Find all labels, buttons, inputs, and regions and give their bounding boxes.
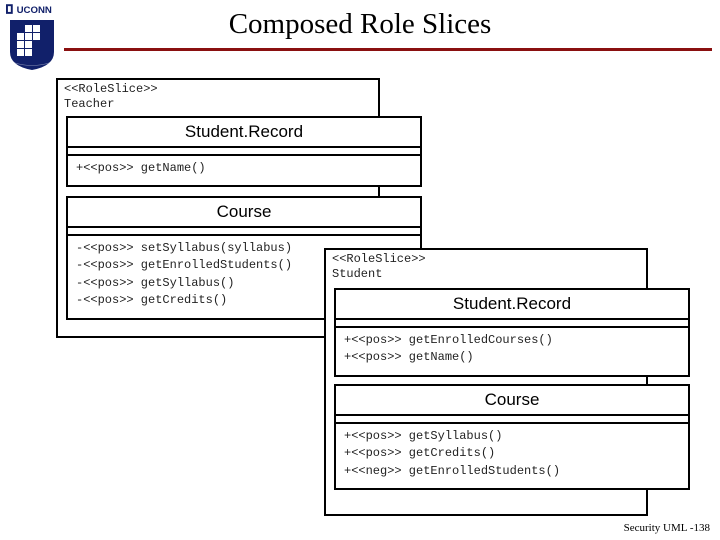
title-underline <box>64 48 712 51</box>
op-row: +<<pos>> getName() <box>344 349 680 366</box>
roleslice-name: Student <box>332 267 640 282</box>
class-name: Student.Record <box>336 290 688 318</box>
op-row: +<<pos>> getSyllabus() <box>344 428 680 445</box>
class-operations: +<<pos>> getEnrolledCourses() +<<pos>> g… <box>336 328 688 375</box>
op-row: +<<pos>> getEnrolledCourses() <box>344 332 680 349</box>
roleslice-teacher-header: <<RoleSlice>> Teacher <box>58 80 378 118</box>
roleslice-name: Teacher <box>64 97 372 112</box>
roleslice-stereotype: <<RoleSlice>> <box>332 252 640 267</box>
header: UCONN Composed Role Slices <box>0 0 720 72</box>
op-row: +<<neg>> getEnrolledStudents() <box>344 463 680 480</box>
class-name: Course <box>68 198 420 226</box>
roleslice-stereotype: <<RoleSlice>> <box>64 82 372 97</box>
op-row: +<<pos>> getCredits() <box>344 445 680 462</box>
roleslice-student-header: <<RoleSlice>> Student <box>326 250 646 288</box>
student-course: Course +<<pos>> getSyllabus() +<<pos>> g… <box>334 384 690 490</box>
student-studentrecord: Student.Record +<<pos>> getEnrolledCours… <box>334 288 690 377</box>
class-name: Student.Record <box>68 118 420 146</box>
slide-footer: Security UML -138 <box>624 522 710 534</box>
teacher-studentrecord: Student.Record +<<pos>> getName() <box>66 116 422 187</box>
class-operations: +<<pos>> getName() <box>68 156 420 185</box>
op-row: +<<pos>> getName() <box>76 160 412 177</box>
class-operations: +<<pos>> getSyllabus() +<<pos>> getCredi… <box>336 424 688 488</box>
class-name: Course <box>336 386 688 414</box>
slide-title: Composed Role Slices <box>0 8 720 41</box>
